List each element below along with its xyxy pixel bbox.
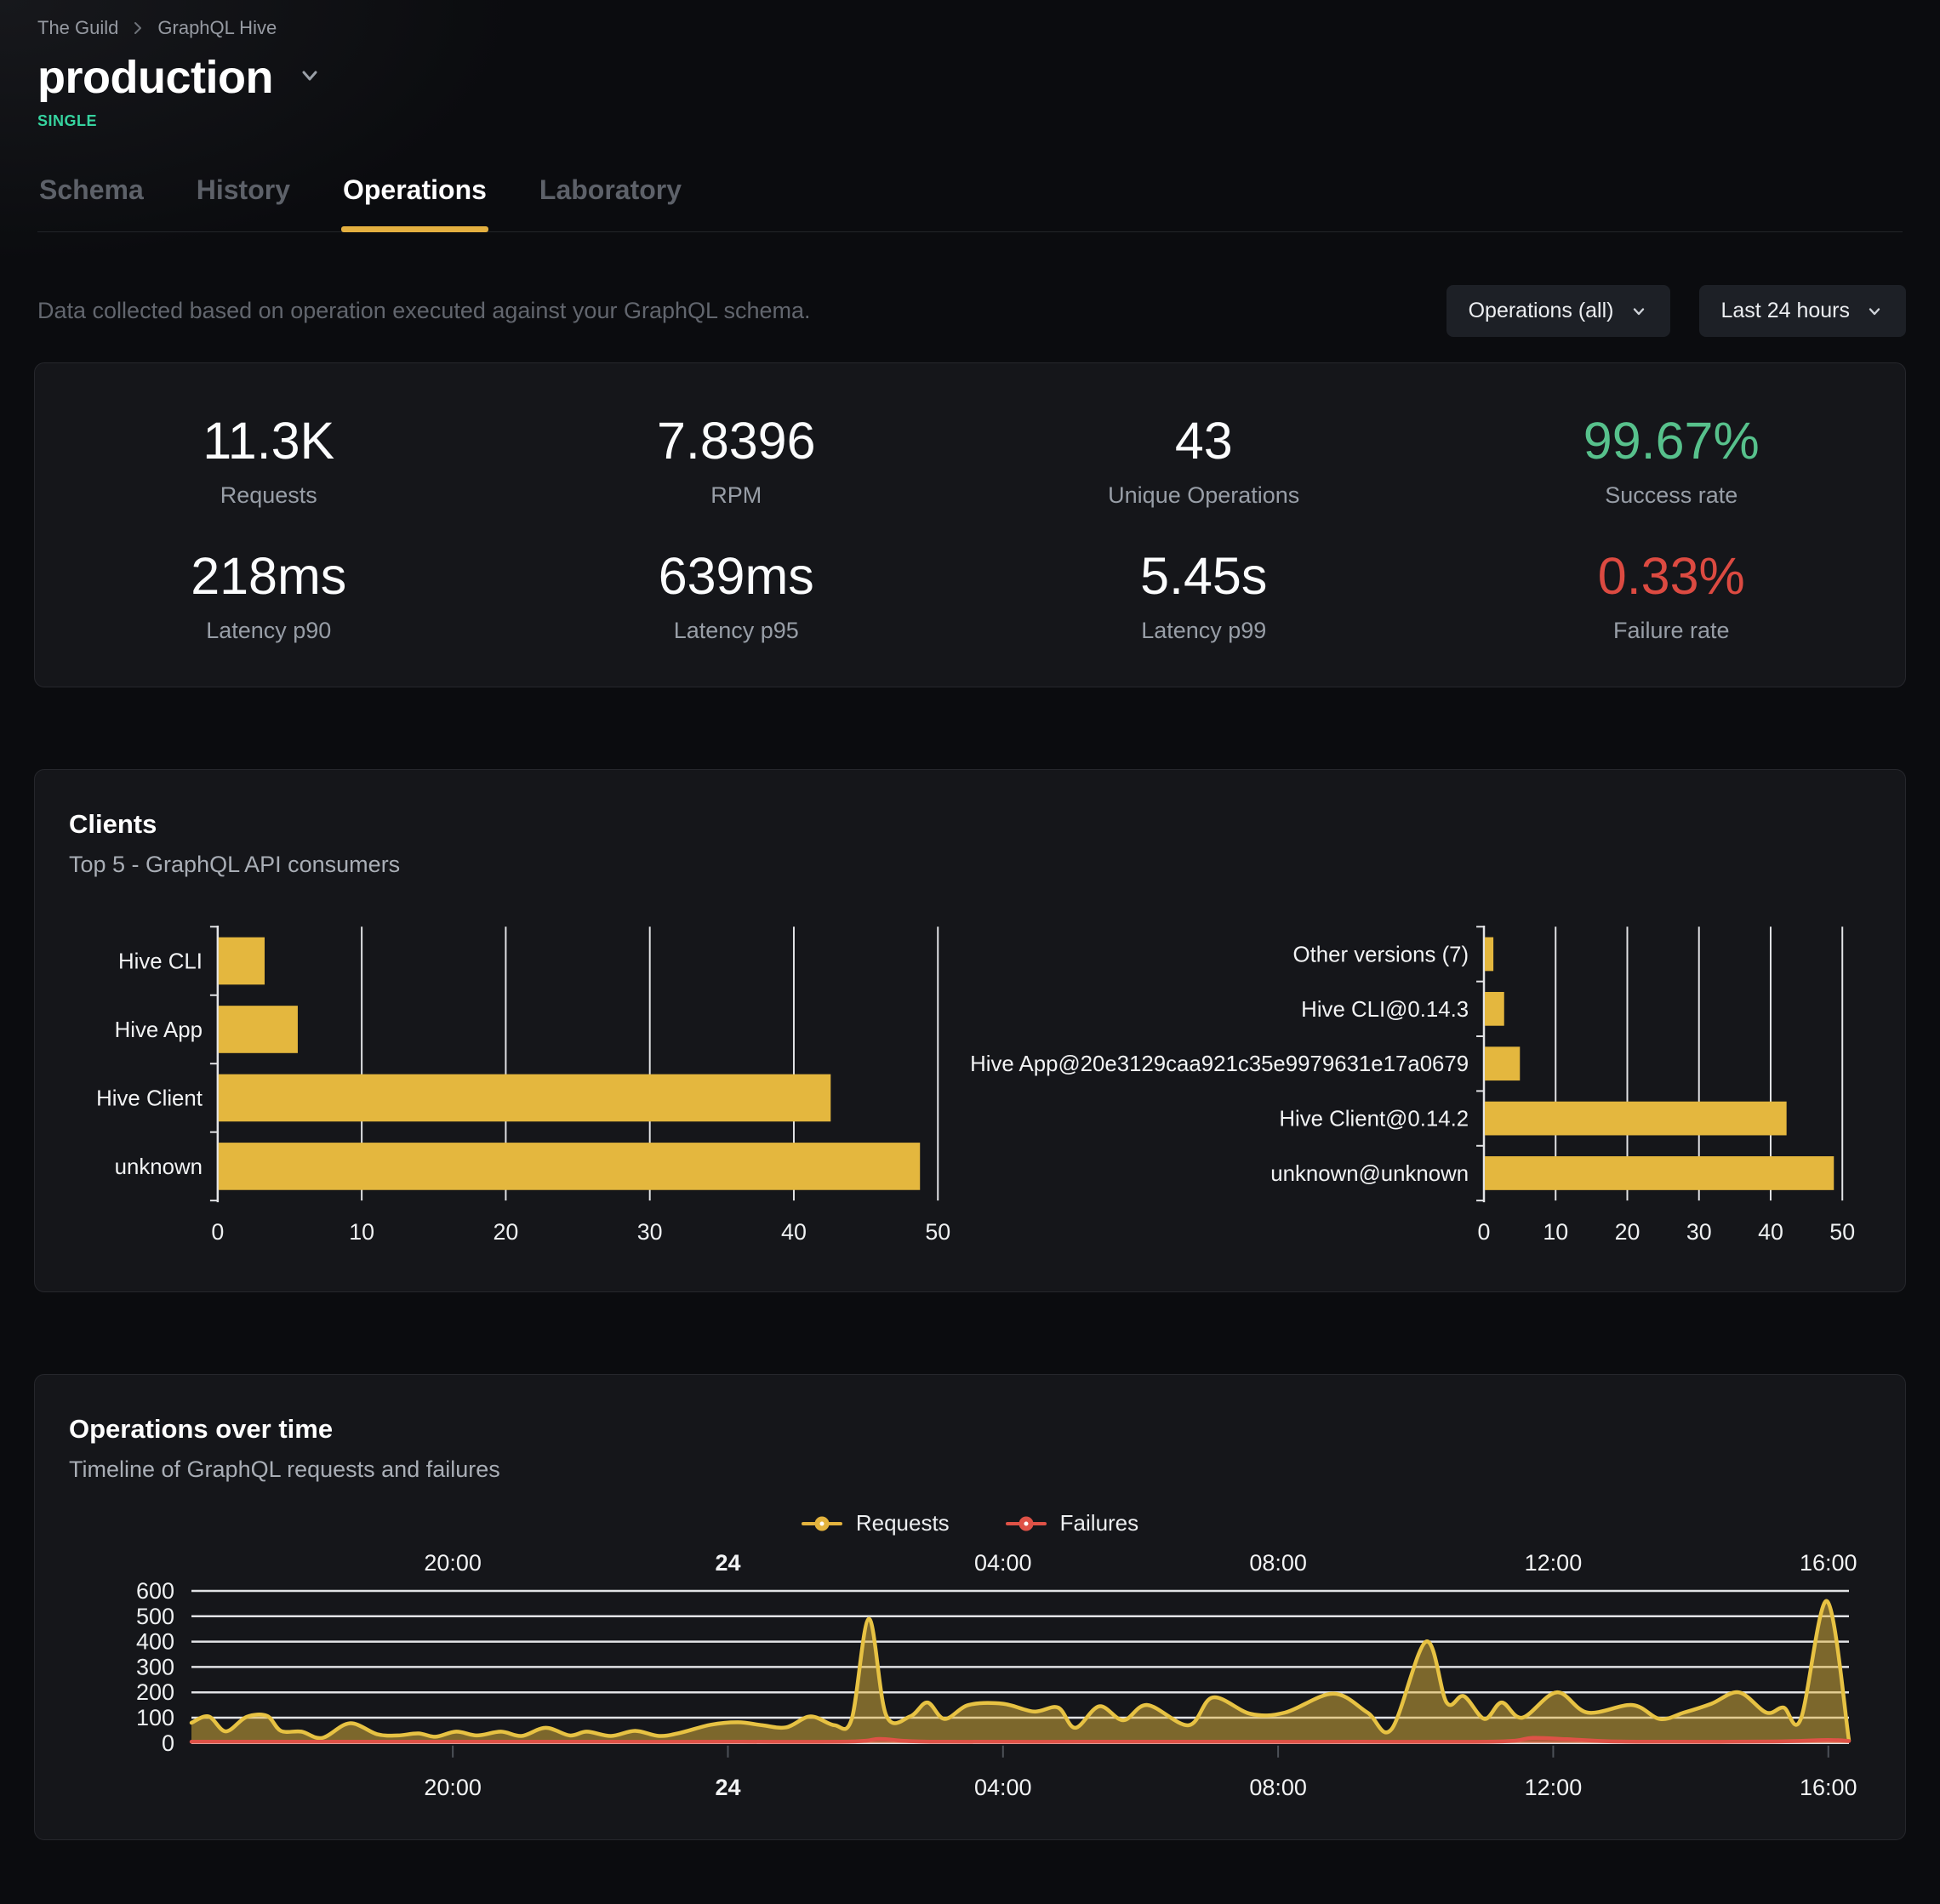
svg-text:04:00: 04:00 [974,1550,1032,1576]
stat-requests: 11.3K Requests [35,411,503,509]
requests-series-marker-icon [802,1513,842,1535]
svg-text:Hive App: Hive App [115,1018,203,1042]
svg-text:20:00: 20:00 [424,1550,482,1576]
svg-text:Hive Client: Hive Client [96,1086,203,1110]
tab-bar: Schema History Operations Laboratory [37,174,1903,232]
tab-operations[interactable]: Operations [341,174,488,231]
failures-series-marker-icon [1006,1513,1047,1535]
svg-text:20: 20 [1615,1219,1640,1245]
svg-text:unknown: unknown [115,1155,203,1179]
svg-text:16:00: 16:00 [1800,1550,1857,1576]
svg-text:10: 10 [349,1219,374,1245]
svg-text:200: 200 [136,1679,174,1705]
target-mode-badge: SINGLE [37,112,1903,130]
svg-text:30: 30 [1686,1219,1712,1245]
svg-text:0: 0 [1478,1219,1491,1245]
svg-text:08:00: 08:00 [1249,1550,1307,1576]
stat-success-rate: 99.67% Success rate [1438,411,1906,509]
clients-by-name-chart: Hive CLI Hive App Hive Client unknown 0 10 20 3… [69,926,970,1257]
legend-item-requests[interactable]: Requests [802,1510,950,1536]
svg-text:500: 500 [136,1604,174,1629]
svg-text:16:00: 16:00 [1800,1775,1857,1800]
operations-over-time-card: Operations over time Timeline of GraphQL… [34,1374,1906,1840]
svg-text:100: 100 [136,1705,174,1730]
clients-by-version-chart: Other versions (7) Hive CLI@0.14.3 Hive Ap… [970,926,1871,1257]
stat-latency-p99: 5.45s Latency p99 [970,546,1438,644]
tab-laboratory[interactable]: Laboratory [538,174,683,231]
legend-item-failures[interactable]: Failures [1006,1510,1138,1536]
svg-text:24: 24 [715,1550,740,1576]
timeline-legend: Requests Failures [69,1510,1871,1536]
time-range-select[interactable]: Last 24 hours [1699,285,1907,337]
stat-latency-p90: 218ms Latency p90 [35,546,503,644]
top-header: The Guild GraphQL Hive production SINGLE… [0,0,1940,232]
svg-text:400: 400 [136,1629,174,1655]
operations-filter-select[interactable]: Operations (all) [1446,285,1670,337]
clients-card-subtitle: Top 5 - GraphQL API consumers [69,852,1871,878]
ops-card-subtitle: Timeline of GraphQL requests and failure… [69,1457,1871,1483]
svg-text:10: 10 [1543,1219,1568,1245]
svg-text:40: 40 [781,1219,807,1245]
breadcrumb-project[interactable]: GraphQL Hive [157,17,277,39]
target-selector-chevron-icon[interactable] [297,63,322,93]
breadcrumb: The Guild GraphQL Hive [37,17,1903,39]
svg-text:24: 24 [715,1775,740,1800]
svg-text:12:00: 12:00 [1525,1550,1583,1576]
stat-unique-operations: 43 Unique Operations [970,411,1438,509]
svg-text:Hive App@20e3129caa921c35e9979: Hive App@20e3129caa921c35e9979631e17a067… [970,1052,1469,1076]
tab-schema[interactable]: Schema [37,174,146,231]
operations-timeline-chart: 0100200300400500600 20:00 20:00 24 24 04:00 04… [69,1548,1905,1805]
svg-text:50: 50 [925,1219,950,1245]
page-description: Data collected based on operation execut… [34,298,811,324]
svg-text:30: 30 [637,1219,663,1245]
svg-text:04:00: 04:00 [974,1775,1032,1800]
breadcrumb-org[interactable]: The Guild [37,17,118,39]
svg-text:08:00: 08:00 [1249,1775,1307,1800]
time-range-value: Last 24 hours [1721,299,1851,323]
stat-latency-p95: 639ms Latency p95 [503,546,971,644]
svg-text:Hive Client@0.14.2: Hive Client@0.14.2 [1279,1108,1469,1132]
breadcrumb-separator-icon [130,20,146,36]
svg-text:300: 300 [136,1654,174,1679]
stat-failure-rate: 0.33% Failure rate [1438,546,1906,644]
main-content: Data collected based on operation execut… [0,285,1940,1874]
svg-text:20:00: 20:00 [424,1775,482,1800]
svg-text:Hive CLI@0.14.3: Hive CLI@0.14.3 [1301,998,1469,1022]
clients-card: Clients Top 5 - GraphQL API consumers Hi… [34,769,1906,1292]
chevron-down-icon [1629,302,1648,321]
chevron-down-icon [1865,302,1884,321]
svg-text:Other versions (7): Other versions (7) [1293,943,1469,966]
svg-text:600: 600 [136,1578,174,1604]
svg-text:12:00: 12:00 [1525,1775,1583,1800]
svg-text:Hive CLI: Hive CLI [118,949,203,973]
svg-text:20: 20 [493,1219,518,1245]
svg-text:50: 50 [1829,1219,1855,1245]
stats-summary-card: 11.3K Requests 7.8396 RPM 43 Unique Oper… [34,362,1906,687]
page-title: production [37,51,273,104]
clients-card-title: Clients [69,809,1871,840]
stat-rpm: 7.8396 RPM [503,411,971,509]
svg-text:0: 0 [211,1219,224,1245]
tab-history[interactable]: History [195,174,292,231]
svg-text:0: 0 [162,1730,174,1756]
ops-card-title: Operations over time [69,1414,1871,1445]
operations-filter-value: Operations (all) [1469,299,1614,323]
svg-text:40: 40 [1758,1219,1783,1245]
svg-text:unknown@unknown: unknown@unknown [1270,1162,1469,1186]
